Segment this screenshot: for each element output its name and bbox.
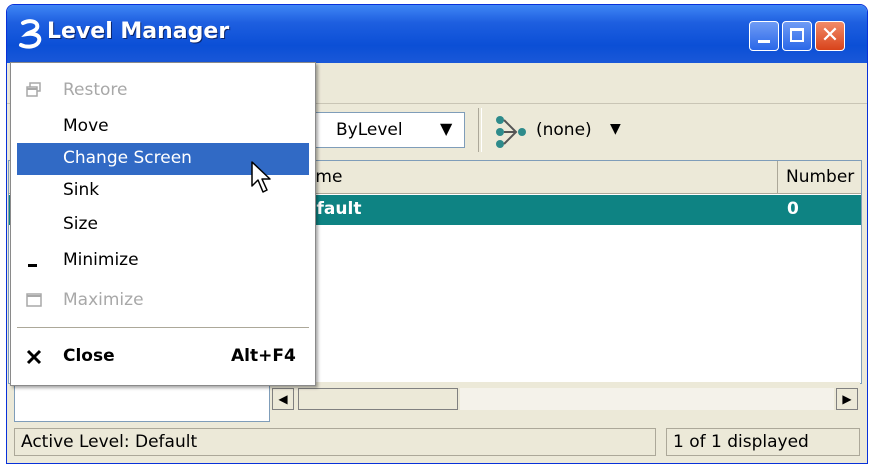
minimize-icon (28, 264, 37, 267)
toolbar-separator (478, 108, 482, 152)
menu-item-restore[interactable]: Restore (11, 75, 315, 107)
menu-item-restore-label: Restore (63, 80, 128, 100)
scrollbar-track[interactable] (460, 388, 834, 410)
menu-item-move-label: Move (63, 116, 109, 136)
close-x-icon (26, 349, 42, 365)
window-title: Level Manager (47, 19, 230, 44)
column-header-number-label: Number (786, 167, 855, 187)
menu-separator (17, 327, 309, 328)
level-filter-icon[interactable] (490, 112, 532, 152)
minimize-icon (758, 40, 770, 43)
menu-item-move[interactable]: Move (11, 111, 315, 143)
column-header-number[interactable]: Number (778, 161, 860, 193)
maximize-icon (26, 293, 42, 307)
minimize-button[interactable] (749, 21, 779, 51)
menu-item-minimize[interactable]: Minimize (11, 245, 315, 277)
scroll-left-icon[interactable]: ◀ (272, 388, 294, 410)
symbology-dropdown-value: ByLevel (336, 120, 403, 140)
symbology-dropdown[interactable]: ByLevel ▼ (315, 112, 465, 148)
system-menu: Restore Move Change Screen Sink Size Min… (10, 62, 316, 386)
mouse-pointer-icon (251, 161, 271, 193)
filter-dropdown-arrow-icon[interactable]: ▼ (610, 121, 621, 137)
close-x-icon: ✕ (820, 23, 840, 48)
scrollbar-thumb[interactable] (298, 388, 458, 410)
scroll-right-icon[interactable]: ▶ (836, 388, 858, 410)
dropdown-arrow-icon: ▼ (440, 119, 453, 138)
status-bar: Active Level: Default 1 of 1 displayed (14, 428, 860, 456)
filter-dropdown-value[interactable]: (none) (536, 120, 592, 140)
microstation-b-icon[interactable] (17, 19, 45, 49)
menu-item-close[interactable]: Close Alt+F4 (11, 341, 315, 373)
level-number-cell: 0 (787, 199, 799, 219)
horizontal-scrollbar[interactable]: ◀ ▶ (270, 382, 860, 422)
status-active-level-text: Active Level: Default (21, 432, 198, 452)
title-bar[interactable]: Level Manager ✕ (7, 5, 867, 63)
status-active-level: Active Level: Default (14, 428, 656, 456)
menu-item-maximize-label: Maximize (63, 290, 144, 310)
menu-item-close-label: Close (63, 346, 115, 366)
menu-item-maximize[interactable]: Maximize (11, 285, 315, 317)
menu-item-size-label: Size (63, 214, 98, 234)
close-button[interactable]: ✕ (815, 21, 845, 51)
menu-item-minimize-label: Minimize (63, 250, 139, 270)
status-count-text: 1 of 1 displayed (673, 432, 809, 452)
menu-item-close-accelerator: Alt+F4 (231, 346, 296, 366)
menu-item-size[interactable]: Size (11, 209, 315, 241)
maximize-button[interactable] (782, 21, 812, 51)
menu-item-sink-label: Sink (63, 180, 100, 200)
restore-icon (26, 82, 41, 97)
menu-item-change-screen-label: Change Screen (63, 148, 192, 168)
status-count: 1 of 1 displayed (666, 428, 860, 456)
maximize-icon (790, 28, 804, 42)
level-name-field[interactable] (14, 384, 270, 422)
